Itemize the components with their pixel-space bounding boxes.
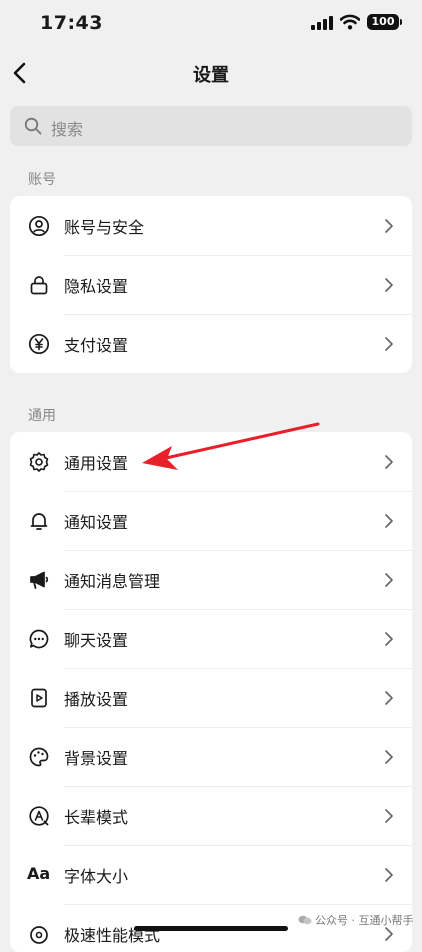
settings-row-playback[interactable]: 播放设置 xyxy=(10,668,412,727)
settings-row-general[interactable]: 通用设置 xyxy=(10,432,412,491)
chevron-right-icon xyxy=(385,219,393,233)
chevron-right-icon xyxy=(385,514,393,528)
megaphone-icon xyxy=(30,571,49,589)
row-label: 通知消息管理 xyxy=(64,572,161,591)
chevron-right-icon xyxy=(385,455,393,469)
play-icon xyxy=(31,688,47,708)
settings-row-notifications[interactable]: 通知设置 xyxy=(10,491,412,550)
row-label: 播放设置 xyxy=(64,690,129,709)
gear-icon xyxy=(29,452,49,472)
home-indicator xyxy=(134,926,288,931)
row-label: 聊天设置 xyxy=(64,631,129,650)
chevron-right-icon xyxy=(385,927,393,941)
chevron-right-icon xyxy=(385,868,393,882)
page-title: 设置 xyxy=(193,65,229,86)
settings-row-payment[interactable]: 支付设置 xyxy=(10,314,412,373)
section-label-account: 账号 xyxy=(28,172,56,188)
bell-icon xyxy=(30,513,48,530)
watermark: 公众号 · 互通小帮手 xyxy=(298,912,414,928)
wechat-icon xyxy=(298,915,312,925)
row-label: 字体大小 xyxy=(64,867,129,886)
nav-bar: 设置 xyxy=(0,48,422,98)
settings-row-background[interactable]: 背景设置 xyxy=(10,727,412,786)
section-label-general: 通用 xyxy=(28,408,56,424)
settings-row-chat[interactable]: 聊天设置 xyxy=(10,609,412,668)
chevron-right-icon xyxy=(385,632,393,646)
chevron-right-icon xyxy=(385,573,393,587)
row-label: 账号与安全 xyxy=(64,218,145,237)
settings-row-privacy[interactable]: 隐私设置 xyxy=(10,255,412,314)
battery-icon: 100 xyxy=(367,14,402,30)
chat-bubble-icon xyxy=(29,629,49,649)
search-icon xyxy=(24,117,42,135)
chevron-right-icon xyxy=(385,337,393,351)
chevron-right-icon xyxy=(385,691,393,705)
row-label: 背景设置 xyxy=(64,749,129,768)
speed-icon xyxy=(30,926,48,944)
signal-icon xyxy=(311,16,333,30)
chevron-right-icon xyxy=(385,750,393,764)
settings-row-account-security[interactable]: 账号与安全 xyxy=(10,196,412,255)
general-settings-card: 通用设置 通知设置 通知消息管理 聊天设置 播放设置 背景设置 长辈模式 Aa … xyxy=(10,432,412,952)
account-icon xyxy=(28,215,50,237)
yen-icon xyxy=(28,333,50,355)
row-label: 长辈模式 xyxy=(64,808,129,827)
row-label: 隐私设置 xyxy=(64,277,129,296)
watermark-text: 公众号 · 互通小帮手 xyxy=(315,914,414,927)
search-input[interactable]: 搜索 xyxy=(10,106,412,146)
row-label: 支付设置 xyxy=(64,336,129,355)
settings-row-elder-mode[interactable]: 长辈模式 xyxy=(10,786,412,845)
elder-mode-icon xyxy=(29,806,49,826)
row-label: 通知设置 xyxy=(64,513,129,532)
wifi-icon xyxy=(340,14,360,30)
palette-icon xyxy=(29,747,49,767)
settings-row-notification-management[interactable]: 通知消息管理 xyxy=(10,550,412,609)
font-size-icon: Aa xyxy=(27,864,51,883)
chevron-right-icon xyxy=(385,809,393,823)
chevron-right-icon xyxy=(385,278,393,292)
status-time: 17:43 xyxy=(40,12,103,34)
search-placeholder: 搜索 xyxy=(51,120,84,139)
lock-icon xyxy=(30,276,48,295)
status-bar: 17:43 100 xyxy=(0,0,422,48)
row-label: 通用设置 xyxy=(64,454,129,473)
settings-row-font-size[interactable]: Aa 字体大小 xyxy=(10,845,412,904)
account-settings-card: 账号与安全 隐私设置 支付设置 xyxy=(10,196,412,373)
